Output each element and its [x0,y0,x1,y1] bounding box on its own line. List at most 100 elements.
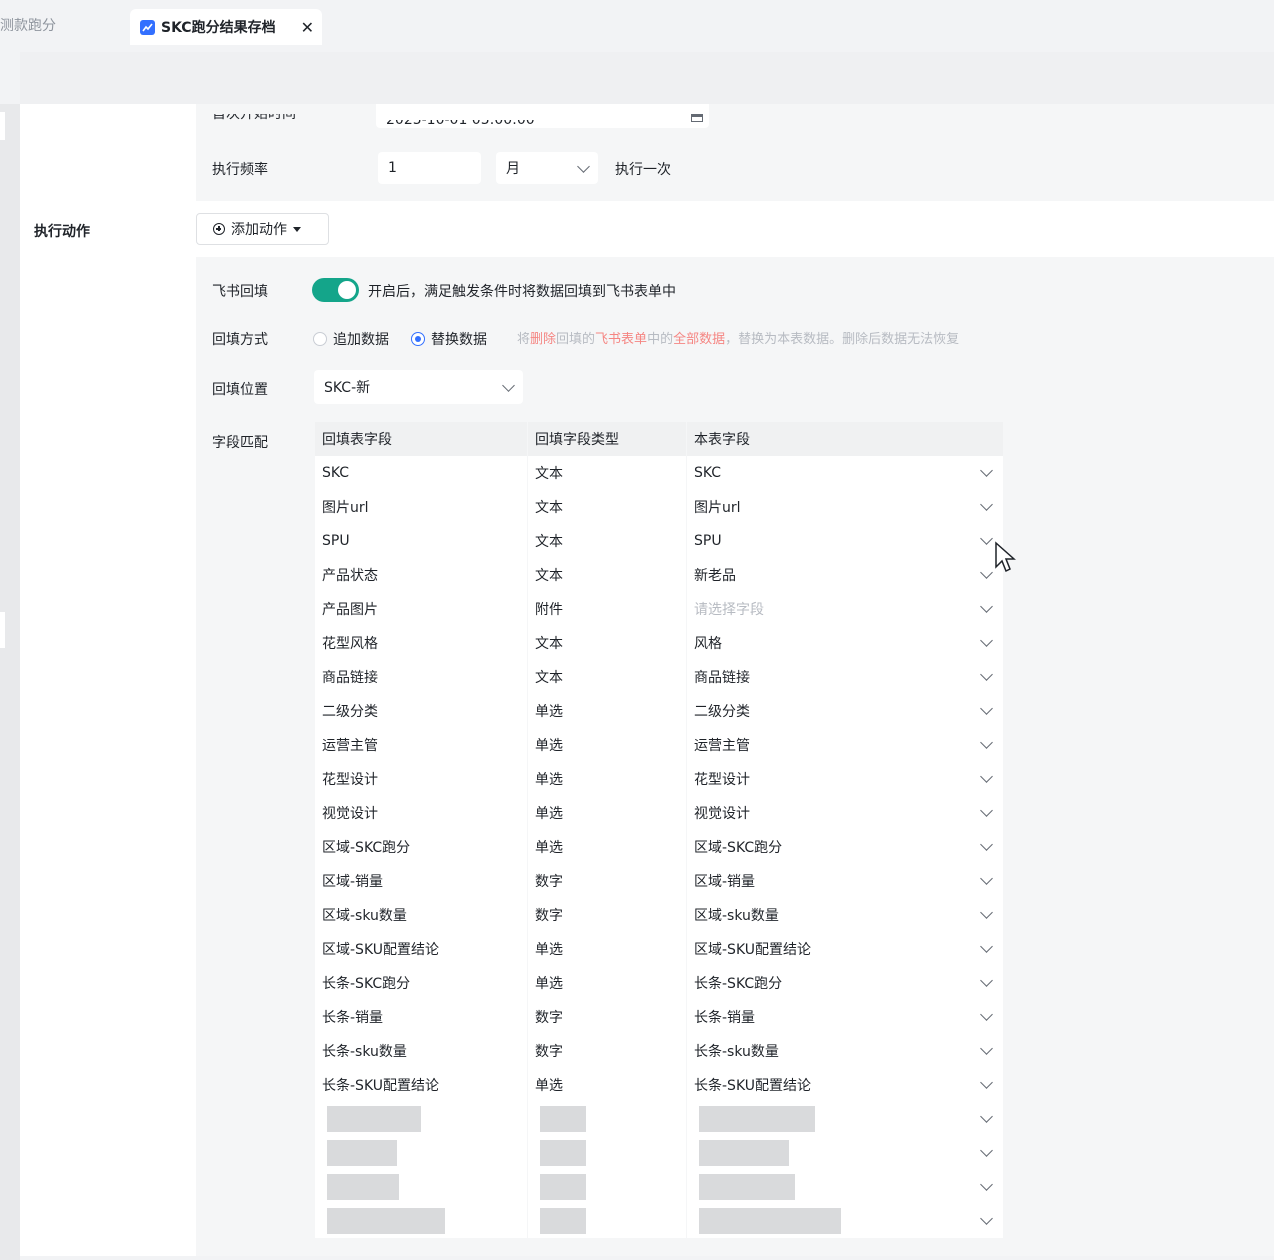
table-row: 二级分类 单选 二级分类 [315,694,1003,728]
chevron-down-icon [980,702,993,715]
table-row: 区域-销量 数字 区域-销量 [315,864,1003,898]
start-time-input[interactable]: 2025-10-01 05:00:00 [376,104,709,128]
radio-dot [411,332,425,346]
chevron-down-icon [980,940,993,953]
caret-down-icon [293,226,301,232]
chart-icon [140,19,155,35]
table-header-source: 回填表字段 [315,422,527,456]
target-field-select[interactable]: 区域-SKC跑分 [687,830,1003,864]
plus-circle-icon [213,223,225,235]
chevron-down-icon [980,668,993,681]
target-field-select[interactable]: 视觉设计 [687,796,1003,830]
target-field-select[interactable]: 区域-销量 [687,864,1003,898]
table-row: 长条-SKU配置结论 单选 长条-SKU配置结论 [315,1068,1003,1102]
target-field-value: 长条-SKU配置结论 [694,1078,811,1094]
target-field-select[interactable]: 长条-SKU配置结论 [687,1068,1003,1102]
table-row-blurred [315,1136,1003,1170]
field-type-cell: 数字 [528,864,686,898]
target-field-value: 请选择字段 [694,602,764,618]
mouse-cursor-icon [995,541,1016,573]
radio-append[interactable]: 追加数据 [313,329,389,349]
target-field-value: 商品链接 [694,670,750,686]
blurred-content [327,1140,397,1166]
target-field-select[interactable]: SKC [687,456,1003,490]
field-type-cell: 单选 [528,1068,686,1102]
target-field-select[interactable]: 风格 [687,626,1003,660]
target-field-select[interactable]: 运营主管 [687,728,1003,762]
calendar-icon[interactable] [691,114,703,122]
field-type-cell: 单选 [528,694,686,728]
target-field-select[interactable]: 图片url [687,490,1003,524]
source-field-cell: SKC [315,456,527,490]
warning-part: 回填的 [556,332,596,347]
field-type-cell: 附件 [528,592,686,626]
field-type-cell: 单选 [528,932,686,966]
warning-part-red: 删除 [530,332,557,347]
target-field-value: 风格 [694,636,722,652]
blurred-content [327,1174,399,1200]
table-row: 产品状态 文本 新老品 [315,558,1003,592]
target-field-select[interactable]: 区域-SKU配置结论 [687,932,1003,966]
target-field-select[interactable]: 新老品 [687,558,1003,592]
start-time-value: 2025-10-01 05:00:00 [386,120,535,128]
table-row: 区域-sku数量 数字 区域-sku数量 [315,898,1003,932]
chevron-down-icon [980,974,993,987]
target-field-select[interactable]: 长条-SKC跑分 [687,966,1003,1000]
field-type-cell: 文本 [528,626,686,660]
source-field-cell: 运营主管 [315,728,527,762]
radio-replace[interactable]: 替换数据 [411,329,487,349]
chevron-down-icon [980,1076,993,1089]
target-field-select[interactable]: SPU [687,524,1003,558]
target-field-value: 区域-销量 [694,874,756,890]
field-type-cell: 单选 [528,796,686,830]
target-field-select[interactable]: 区域-sku数量 [687,898,1003,932]
field-type-cell: 文本 [528,524,686,558]
backfill-description: 开启后，满足触发条件时将数据回填到飞书表单中 [368,284,676,300]
blurred-content [699,1140,789,1166]
field-type-cell: 单选 [528,830,686,864]
source-field-cell: 产品状态 [315,558,527,592]
target-field-select[interactable]: 长条-销量 [687,1000,1003,1034]
table-row: 视觉设计 单选 视觉设计 [315,796,1003,830]
target-field-select[interactable]: 花型设计 [687,762,1003,796]
position-select[interactable]: SKC-新 [314,370,523,404]
tab-active[interactable]: SKC跑分结果存档 ✕ [130,9,322,45]
add-action-button[interactable]: 添加动作 [196,213,329,245]
blurred-cell [528,1170,686,1204]
target-field-select[interactable]: 长条-sku数量 [687,1034,1003,1068]
blurred-content [699,1174,795,1200]
field-type-cell: 数字 [528,1000,686,1034]
chevron-down-icon [980,498,993,511]
table-row: 产品图片 附件 请选择字段 [315,592,1003,626]
table-row: 花型设计 单选 花型设计 [315,762,1003,796]
frequency-input[interactable]: 1 [378,152,481,184]
field-type-cell: 单选 [528,728,686,762]
target-field-value: 图片url [694,500,741,516]
toggle-knob [338,281,356,299]
field-type-cell: 数字 [528,1034,686,1068]
target-field-value: 区域-sku数量 [694,908,779,924]
add-action-label: 添加动作 [231,222,287,238]
position-value: SKC-新 [324,380,371,396]
chevron-down-icon [980,804,993,817]
target-field-select[interactable]: 请选择字段 [687,592,1003,626]
backfill-toggle[interactable] [312,278,359,302]
target-field-select[interactable]: 商品链接 [687,660,1003,694]
source-field-cell: 长条-SKU配置结论 [315,1068,527,1102]
target-field-select[interactable]: 二级分类 [687,694,1003,728]
table-row-blurred [315,1170,1003,1204]
blurred-content [540,1174,586,1200]
source-field-cell: 视觉设计 [315,796,527,830]
target-field-value: 长条-销量 [694,1010,756,1026]
tab-prev[interactable]: 测款跑分 [0,15,56,35]
close-icon[interactable]: ✕ [301,18,314,37]
field-type-cell: 数字 [528,898,686,932]
frequency-suffix: 执行一次 [615,162,671,178]
warning-part-red: 全部数据 [673,332,726,347]
chevron-down-icon [980,838,993,851]
blurred-content [699,1208,841,1234]
source-field-cell: 长条-SKC跑分 [315,966,527,1000]
mapping-label: 字段匹配 [212,435,268,451]
left-sidebar-edge [0,104,20,1260]
table-row: 花型风格 文本 风格 [315,626,1003,660]
